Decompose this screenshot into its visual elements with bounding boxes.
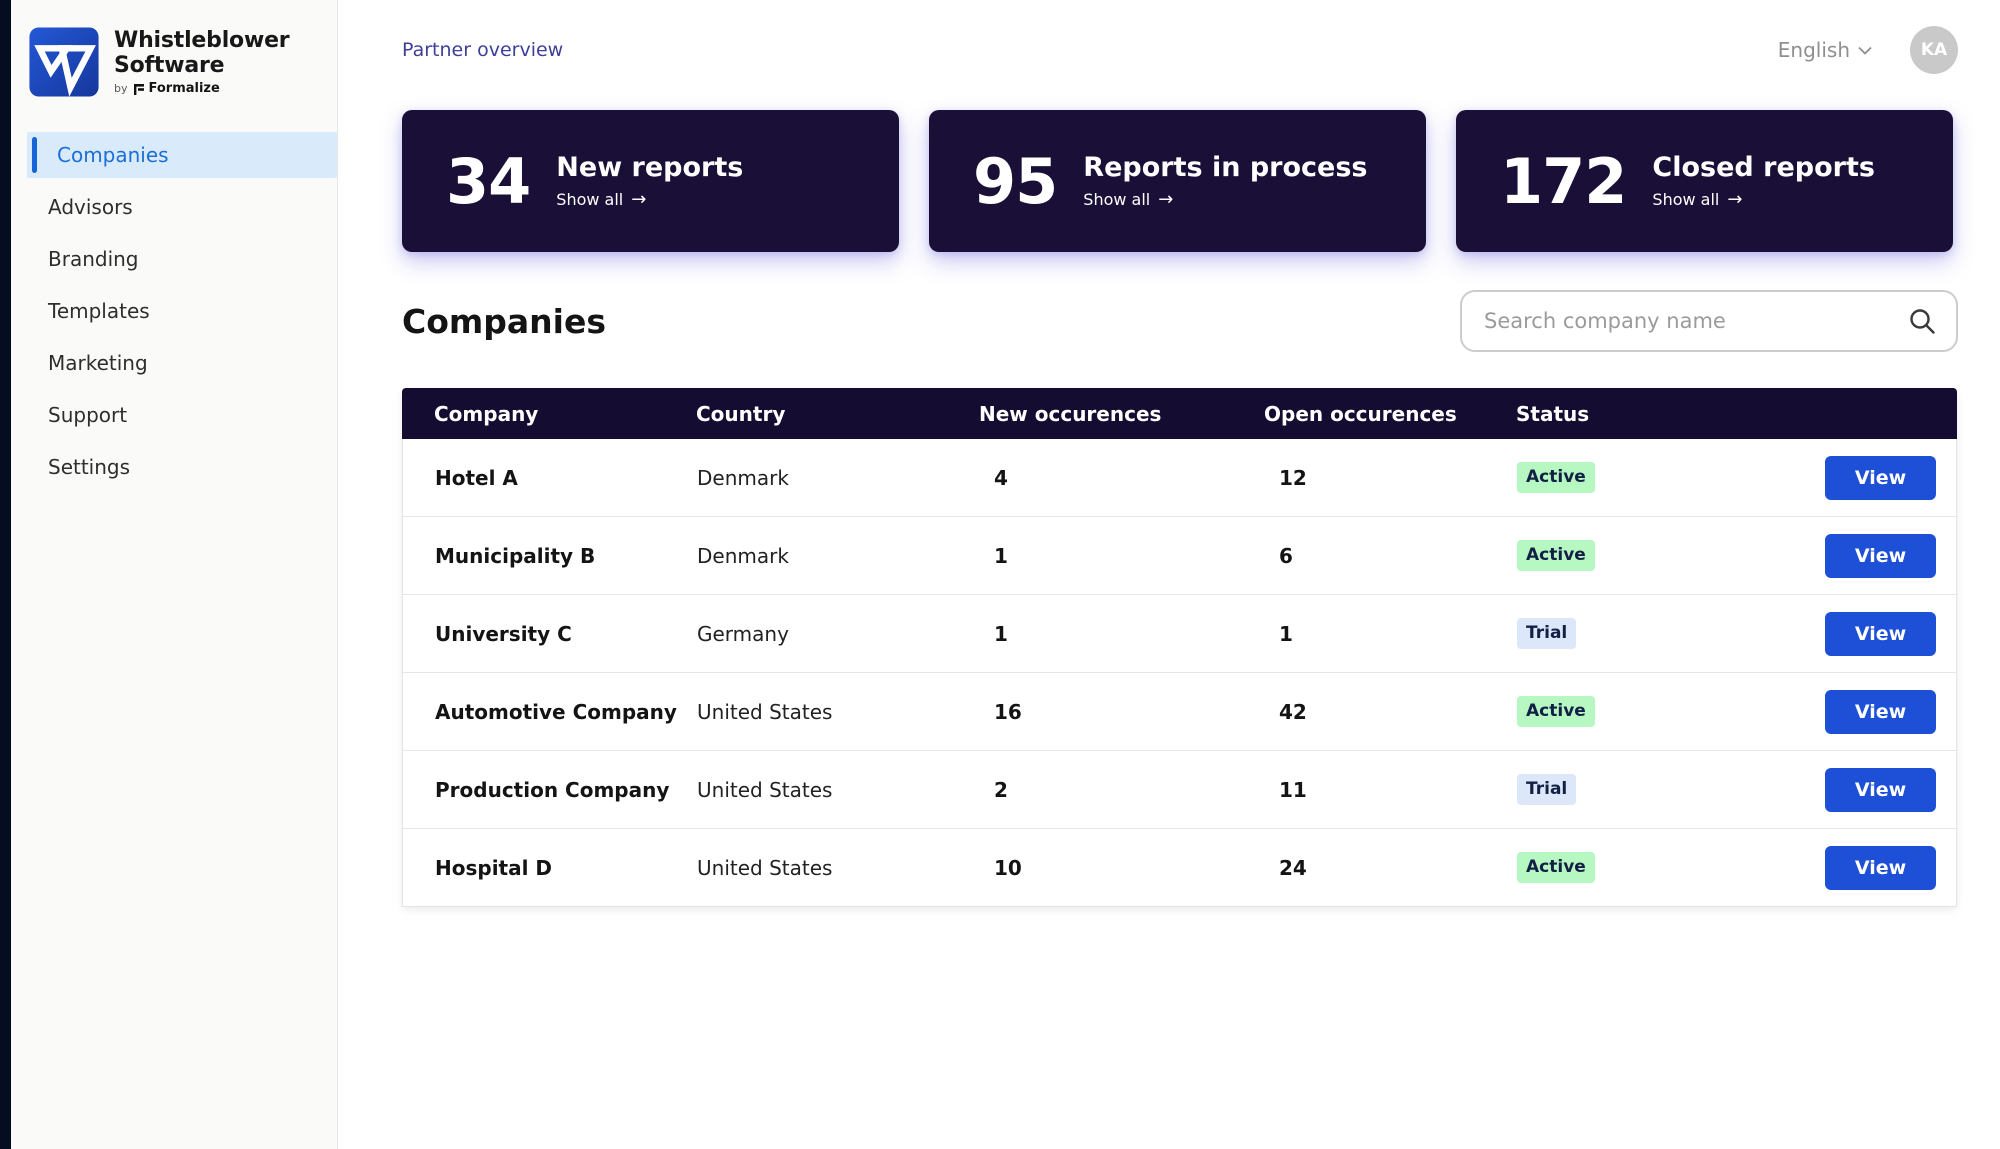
status-badge: Active	[1517, 540, 1595, 571]
stat-card-new-reports[interactable]: 34 New reports Show all →	[402, 110, 899, 252]
search-box	[1460, 290, 1958, 352]
main-content: Partner overview English KA 34 New repor…	[338, 0, 2000, 1149]
show-all-link[interactable]: Show all →	[1652, 189, 1875, 210]
col-country: Country	[696, 401, 786, 426]
cell-country: Germany	[697, 621, 789, 646]
cell-new-occurences: 2	[994, 777, 1008, 802]
stat-card-reports-in-process[interactable]: 95 Reports in process Show all →	[929, 110, 1426, 252]
search-icon[interactable]	[1908, 307, 1936, 335]
arrow-right-icon: →	[631, 189, 647, 210]
show-all-link[interactable]: Show all →	[556, 189, 743, 210]
cell-new-occurences: 1	[994, 621, 1008, 646]
topbar: Partner overview English KA	[402, 0, 1958, 100]
cell-new-occurences: 10	[994, 855, 1022, 880]
cell-open-occurences: 6	[1279, 543, 1293, 568]
view-button[interactable]: View	[1825, 689, 1936, 734]
cell-open-occurences: 11	[1279, 777, 1307, 802]
language-selector[interactable]: English	[1778, 38, 1872, 62]
status-badge: Active	[1517, 852, 1595, 883]
stat-value: 172	[1500, 144, 1627, 218]
search-input[interactable]	[1484, 309, 1908, 333]
stat-label: New reports	[556, 152, 744, 183]
cell-company: Hospital D	[435, 855, 553, 880]
status-badge: Active	[1517, 462, 1595, 493]
cell-company: Municipality B	[435, 543, 596, 568]
sidebar-item-settings[interactable]: Settings	[11, 444, 337, 490]
cell-open-occurences: 1	[1279, 621, 1293, 646]
cell-new-occurences: 16	[994, 699, 1022, 724]
left-edge-strip	[0, 0, 11, 1149]
view-button[interactable]: View	[1825, 767, 1936, 812]
stat-label: Reports in process	[1083, 152, 1368, 183]
table-header: Company Country New occurences Open occu…	[402, 388, 1957, 439]
sidebar-item-branding[interactable]: Branding	[11, 236, 337, 282]
view-button[interactable]: View	[1825, 611, 1936, 656]
companies-table: Company Country New occurences Open occu…	[402, 388, 1957, 907]
status-badge: Active	[1517, 696, 1595, 727]
breadcrumb[interactable]: Partner overview	[402, 39, 563, 61]
arrow-right-icon: →	[1158, 189, 1174, 210]
table-row: Hotel A Denmark 4 12 Active View	[402, 439, 1957, 517]
sidebar-item-templates[interactable]: Templates	[11, 288, 337, 334]
brand: Whistleblower Software by Formalize	[11, 26, 337, 98]
col-new-occurences: New occurences	[979, 401, 1162, 426]
page-title: Companies	[402, 301, 606, 341]
stat-label: Closed reports	[1652, 152, 1875, 183]
table-row: University C Germany 1 1 Trial View	[402, 595, 1957, 673]
cell-country: United States	[697, 855, 833, 880]
status-badge: Trial	[1517, 618, 1577, 649]
formalize-flag-icon	[133, 84, 144, 96]
stat-cards: 34 New reports Show all → 95 Reports in …	[402, 110, 1958, 252]
brand-byline-brand: Formalize	[148, 81, 220, 97]
cell-company: Hotel A	[435, 465, 518, 490]
cell-company: Automotive Company	[435, 699, 677, 724]
cell-country: Denmark	[697, 465, 789, 490]
brand-title-line1: Whistleblower	[114, 28, 290, 53]
table-row: Hospital D United States 10 24 Active Vi…	[402, 829, 1957, 907]
cell-country: United States	[697, 699, 833, 724]
brand-title-line2: Software	[114, 53, 225, 79]
sidebar-item-marketing[interactable]: Marketing	[11, 340, 337, 386]
cell-company: Production Company	[435, 777, 670, 802]
cell-country: Denmark	[697, 543, 789, 568]
cell-open-occurences: 24	[1279, 855, 1307, 880]
table-row: Municipality B Denmark 1 6 Active View	[402, 517, 1957, 595]
stat-value: 95	[973, 144, 1058, 218]
stat-card-closed-reports[interactable]: 172 Closed reports Show all →	[1456, 110, 1953, 252]
cell-new-occurences: 4	[994, 465, 1008, 490]
chevron-down-icon	[1858, 46, 1872, 55]
brand-byline-prefix: by	[114, 82, 128, 96]
col-status: Status	[1516, 401, 1590, 426]
view-button[interactable]: View	[1825, 533, 1936, 578]
sidebar-item-support[interactable]: Support	[11, 392, 337, 438]
sidebar-nav: Companies Advisors Branding Templates Ma…	[11, 132, 337, 496]
col-open-occurences: Open occurences	[1264, 401, 1457, 426]
cell-company: University C	[435, 621, 572, 646]
cell-open-occurences: 42	[1279, 699, 1307, 724]
active-accent-bar	[32, 137, 37, 173]
table-row: Production Company United States 2 11 Tr…	[402, 751, 1957, 829]
view-button[interactable]: View	[1825, 455, 1936, 500]
sidebar: Whistleblower Software by Formalize Comp…	[11, 0, 338, 1149]
avatar[interactable]: KA	[1910, 26, 1958, 74]
status-badge: Trial	[1517, 774, 1577, 805]
arrow-right-icon: →	[1727, 189, 1743, 210]
show-all-link[interactable]: Show all →	[1083, 189, 1367, 210]
col-company: Company	[434, 401, 539, 426]
cell-new-occurences: 1	[994, 543, 1008, 568]
cell-country: United States	[697, 777, 833, 802]
view-button[interactable]: View	[1825, 845, 1936, 890]
sidebar-item-advisors[interactable]: Advisors	[11, 184, 337, 230]
stat-value: 34	[446, 144, 531, 218]
sidebar-item-companies[interactable]: Companies	[27, 132, 337, 178]
whistleblower-logo-icon	[28, 26, 100, 98]
table-row: Automotive Company United States 16 42 A…	[402, 673, 1957, 751]
cell-open-occurences: 12	[1279, 465, 1307, 490]
